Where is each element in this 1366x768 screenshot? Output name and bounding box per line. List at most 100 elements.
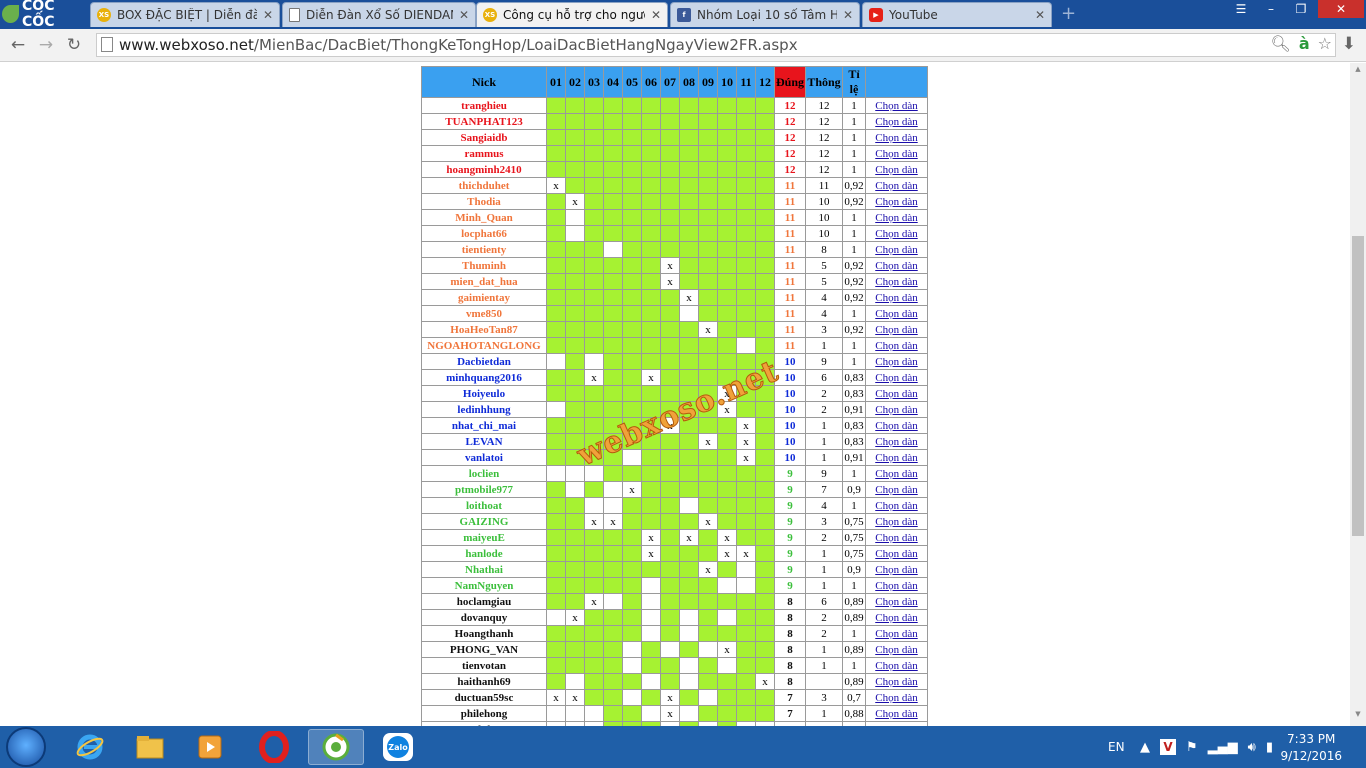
chon-dan-link[interactable]: Chọn dàn [875,180,917,192]
tab-cong-cu[interactable]: XS Công cụ hỗ trợ cho người ✕ [476,2,668,27]
chon-dan-link[interactable]: Chọn dàn [875,628,917,640]
hit-cell [736,177,756,194]
chon-dan-link[interactable]: Chọn dàn [875,708,917,720]
chon-dan-link[interactable]: Chọn dàn [875,548,917,560]
dung-cell: 10 [774,433,806,450]
miss-cell: x [698,513,718,530]
hit-cell [736,273,756,290]
hit-cell [717,225,737,242]
coccoc-browser-icon[interactable] [308,729,364,765]
hit-cell [584,385,604,402]
chon-dan-link[interactable]: Chọn dàn [875,484,917,496]
unikey-icon[interactable]: V [1160,739,1176,755]
restore-icon[interactable]: ❐ [1287,0,1315,18]
chon-dan-link[interactable]: Chọn dàn [875,164,917,176]
tab-facebook-group[interactable]: f Nhóm Loại 10 số Tâm Huy ✕ [670,2,860,27]
close-icon[interactable]: ✕ [459,8,469,22]
chon-dan-link[interactable]: Chọn dàn [875,516,917,528]
hit-cell [717,513,737,530]
close-window-icon[interactable]: ✕ [1318,0,1364,18]
chon-dan-link[interactable]: Chọn dàn [875,276,917,288]
chon-dan-link[interactable]: Chọn dàn [875,340,917,352]
opera-icon[interactable] [246,729,302,765]
tab-youtube[interactable]: ▶ YouTube ✕ [862,2,1052,27]
file-explorer-icon[interactable] [122,729,178,765]
download-icon[interactable]: ⬇ [1342,34,1356,54]
chon-dan-link[interactable]: Chọn dàn [875,292,917,304]
chon-dan-link[interactable]: Chọn dàn [875,660,917,672]
tile-cell: 0,83 [842,433,866,450]
vertical-scrollbar[interactable]: ▲ ▼ [1350,63,1366,726]
scroll-up-icon[interactable]: ▲ [1350,65,1366,79]
close-icon[interactable]: ✕ [263,8,273,22]
close-icon[interactable]: ✕ [651,8,661,22]
action-center-flag-icon[interactable]: ⚑ [1186,740,1198,755]
language-indicator[interactable]: EN [1108,726,1125,768]
chon-dan-link[interactable]: Chọn dàn [875,196,917,208]
menu-icon[interactable]: ☰ [1227,0,1255,18]
chon-dan-link[interactable]: Chọn dàn [875,404,917,416]
chon-dan-link[interactable]: Chọn dàn [875,244,917,256]
tab-dien-dan[interactable]: Diễn Đàn Xổ Số DIENDAN ✕ [282,2,476,27]
chon-dan-link[interactable]: Chọn dàn [875,596,917,608]
chon-dan-link[interactable]: Chọn dàn [875,388,917,400]
chon-dan-link[interactable]: Chọn dàn [875,100,917,112]
chon-dan-link[interactable]: Chọn dàn [875,676,917,688]
forward-icon[interactable]: → [36,35,56,55]
scrollbar-thumb[interactable] [1352,236,1364,536]
battery-icon[interactable]: ▮ [1266,740,1273,755]
back-icon[interactable]: ← [8,35,28,55]
tab-box-dac-biet[interactable]: XS BOX ĐẶC BIỆT | Diễn đàn ✕ [90,2,280,27]
internet-explorer-icon[interactable] [62,729,118,765]
chon-dan-link[interactable]: Chọn dàn [875,356,917,368]
hit-cell [565,257,585,274]
chon-dan-link[interactable]: Chọn dàn [875,692,917,704]
chon-dan-link[interactable]: Chọn dàn [875,132,917,144]
minimize-icon[interactable]: – [1257,0,1285,18]
chon-dan-link[interactable]: Chọn dàn [875,564,917,576]
hit-cell [679,113,699,130]
new-tab-icon[interactable]: + [1061,5,1079,23]
chon-dan-link[interactable]: Chọn dàn [875,228,917,240]
thong-cell: 1 [805,657,843,674]
zalo-icon[interactable]: Zalo [370,729,426,765]
chon-dan-link[interactable]: Chọn dàn [875,324,917,336]
dung-cell: 9 [774,577,806,594]
start-button[interactable] [6,727,46,767]
volume-icon[interactable]: 🔊︎ [1248,740,1256,755]
chon-dan-link[interactable]: Chọn dàn [875,644,917,656]
url-path: /MienBac/DacBiet/ThongKeTongHop/LoaiDacB… [253,36,798,54]
vietnamese-input-icon[interactable]: à [1299,34,1310,53]
url-field[interactable]: www.webxoso.net/MienBac/DacBiet/ThongKeT… [96,33,1336,57]
chon-dan-link[interactable]: Chọn dàn [875,532,917,544]
clock[interactable]: 7:33 PM 9/12/2016 [1280,731,1342,765]
chon-dan-link[interactable]: Chọn dàn [875,500,917,512]
chon-dan-link[interactable]: Chọn dàn [875,260,917,272]
chon-dan-link[interactable]: Chọn dàn [875,116,917,128]
chon-dan-link[interactable]: Chọn dàn [875,580,917,592]
show-hidden-icons-icon[interactable]: ▲ [1140,740,1150,755]
bookmark-star-icon[interactable]: ☆ [1318,34,1332,53]
chon-dan-link[interactable]: Chọn dàn [875,436,917,448]
miss-cell: x [679,529,699,546]
close-icon[interactable]: ✕ [843,8,853,22]
chon-dan-link[interactable]: Chọn dàn [875,372,917,384]
chon-dan-link[interactable]: Chọn dàn [875,212,917,224]
hit-cell [736,321,756,338]
chon-dan-link[interactable]: Chọn dàn [875,452,917,464]
reload-icon[interactable]: ↻ [64,35,84,55]
chon-dan-link[interactable]: Chọn dàn [875,468,917,480]
chon-dan-link[interactable]: Chọn dàn [875,420,917,432]
hit-cell [546,449,566,466]
thong-cell: 1 [805,433,843,450]
chon-dan-link[interactable]: Chọn dàn [875,148,917,160]
coccoc-logo[interactable]: CỐC CỐC [2,0,88,30]
chon-dan-link[interactable]: Chọn dàn [875,612,917,624]
hit-cell [565,545,585,562]
chon-dan-link[interactable]: Chọn dàn [875,308,917,320]
scroll-down-icon[interactable]: ▼ [1350,710,1366,724]
close-icon[interactable]: ✕ [1035,8,1045,22]
search-icon[interactable]: 🔍︎ [1271,34,1291,53]
network-signal-icon[interactable]: ▂▄▆ [1208,740,1238,755]
media-player-icon[interactable] [182,729,238,765]
